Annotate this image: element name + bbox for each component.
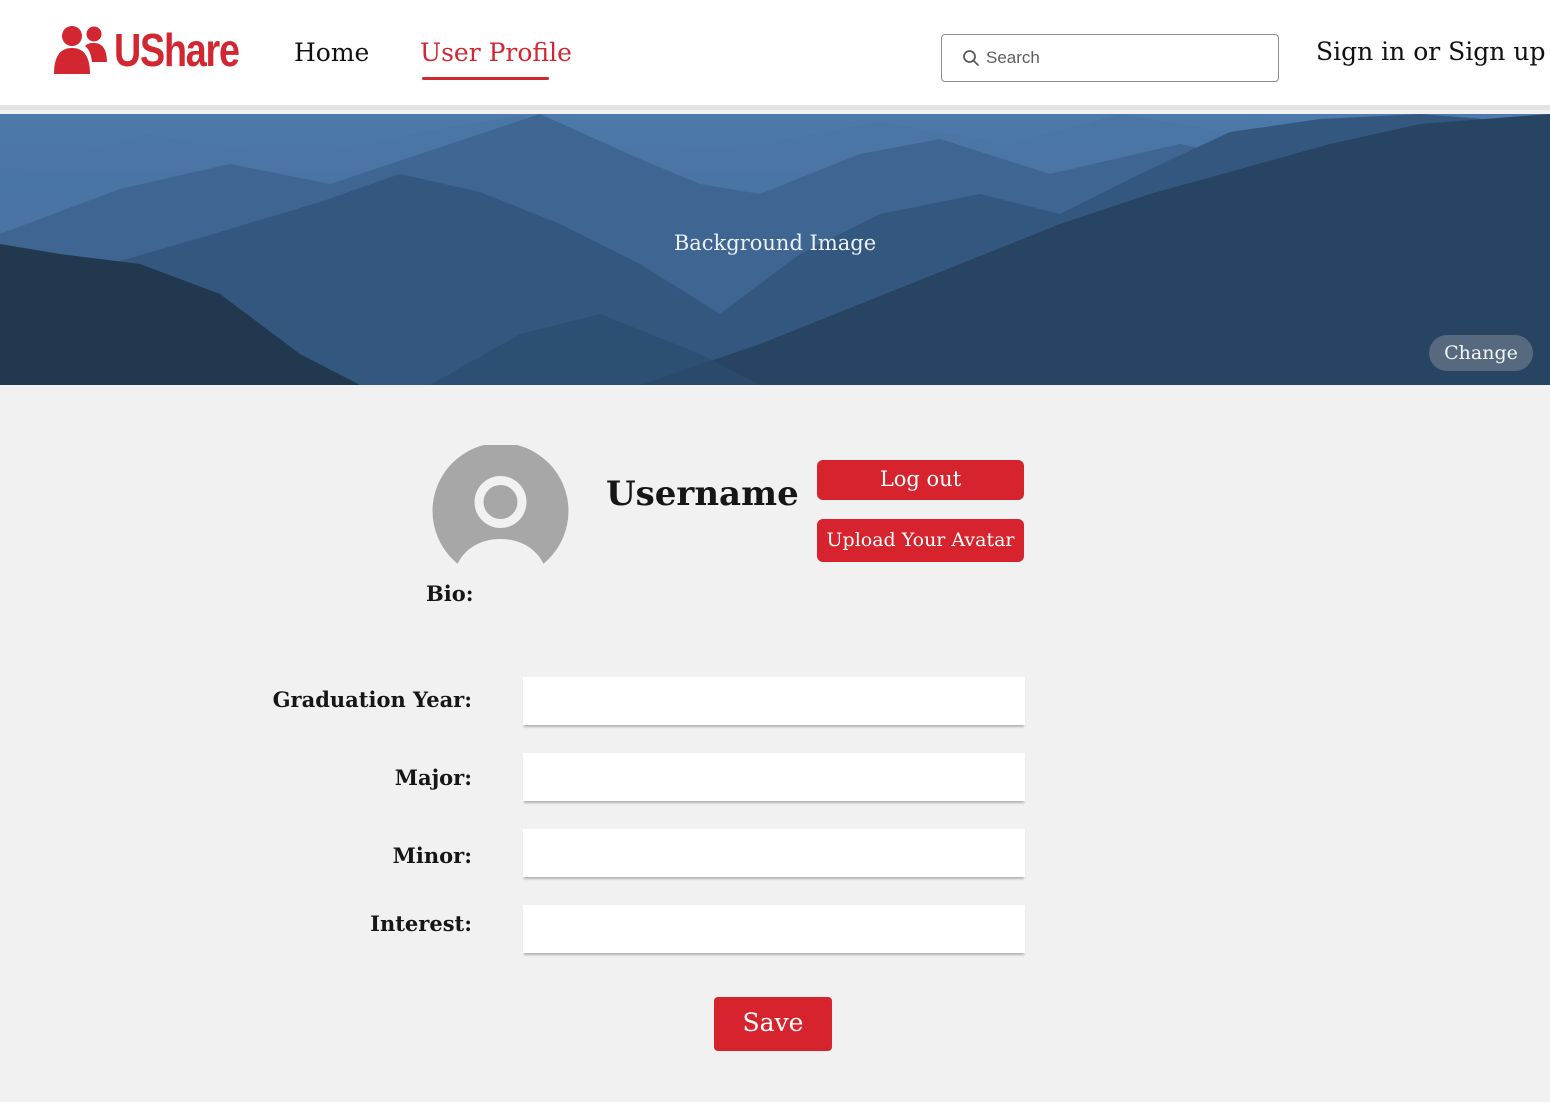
major-label: Major:	[394, 765, 472, 790]
user-avatar-placeholder[interactable]	[432, 445, 569, 573]
sign-in-link[interactable]: Sign in or Sign up	[1316, 37, 1545, 66]
profile-banner: Background Image Change	[0, 114, 1550, 385]
change-background-button[interactable]: Change	[1429, 335, 1533, 371]
save-button[interactable]: Save	[714, 997, 832, 1051]
person-icon	[432, 445, 569, 573]
minor-field[interactable]	[523, 829, 1025, 877]
logout-button[interactable]: Log out	[817, 460, 1024, 500]
search-icon	[963, 50, 979, 66]
active-nav-indicator	[422, 77, 549, 80]
minor-label: Minor:	[392, 843, 472, 868]
bio-label: Bio:	[426, 581, 474, 606]
interest-field[interactable]	[523, 905, 1025, 953]
major-field[interactable]	[523, 753, 1025, 801]
graduation-year-label: Graduation Year:	[272, 687, 472, 712]
banner-caption: Background Image	[673, 231, 877, 255]
brand-logo[interactable]: UShare	[52, 24, 266, 76]
top-navbar: UShare Home User Profile Sign in or Sign…	[0, 0, 1550, 110]
brand-name: UShare	[114, 24, 240, 76]
nav-user-profile[interactable]: User Profile	[420, 38, 572, 67]
search-box[interactable]	[941, 34, 1279, 82]
nav-home[interactable]: Home	[294, 38, 369, 67]
upload-avatar-button[interactable]: Upload Your Avatar	[817, 519, 1024, 562]
username-heading: Username	[606, 474, 799, 514]
search-input[interactable]	[986, 48, 1266, 68]
interest-label: Interest:	[370, 911, 472, 936]
users-icon	[54, 26, 107, 74]
graduation-year-field[interactable]	[523, 677, 1025, 725]
